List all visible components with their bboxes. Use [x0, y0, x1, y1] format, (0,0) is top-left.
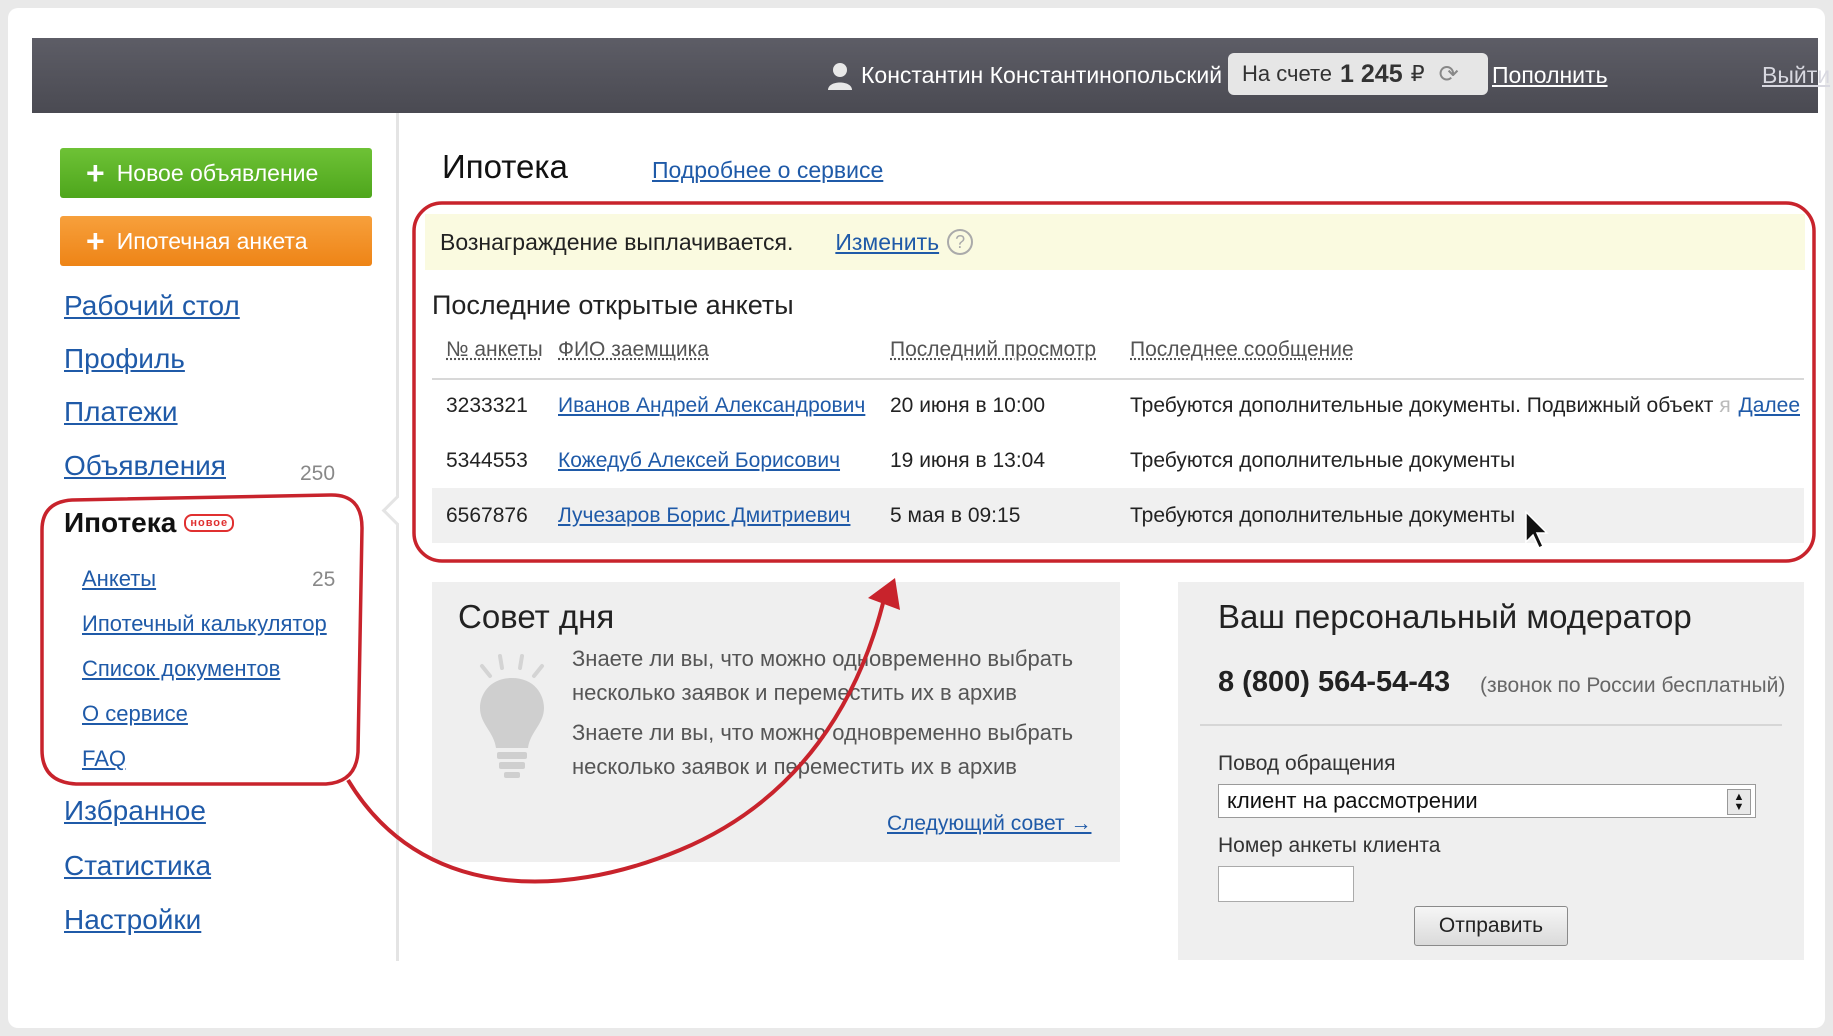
new-ad-label: Новое объявление [116, 159, 319, 186]
help-icon[interactable]: ? [947, 229, 974, 255]
sidebar-item-payments[interactable]: Платежи [64, 396, 178, 428]
reward-notice-text: Вознаграждение выплачивается. [440, 228, 794, 255]
balance-box: На счете 1 245 ₽ ⟳ [1228, 53, 1488, 95]
form-number-label: Номер анкеты клиента [1218, 834, 1441, 857]
user-info[interactable]: Константин Константинопольский [827, 38, 1222, 113]
sidebar-item-settings[interactable]: Настройки [64, 904, 201, 936]
last-viewed: 5 мая в 09:15 [890, 503, 1021, 527]
last-message-faded: я [1719, 393, 1731, 417]
subitem-forms[interactable]: Анкеты [82, 566, 156, 592]
sidebar-item-favorites[interactable]: Избранное [64, 795, 206, 827]
borrower-link[interactable]: Кожедуб Алексей Борисович [558, 433, 840, 488]
currency-sign: ₽ [1410, 61, 1425, 86]
forms-count: 25 [312, 568, 336, 591]
last-message-text: Требуются дополнительные документы. Подв… [1130, 393, 1714, 417]
reward-notice: Вознаграждение выплачивается. Изменить ? [425, 214, 1805, 270]
column-header-viewed[interactable]: Последний просмотр [890, 338, 1096, 362]
lightbulb-icon [480, 654, 544, 778]
subitem-calculator[interactable]: Ипотечный калькулятор [82, 611, 327, 637]
mortgage-form-label: Ипотечная анкета [116, 227, 308, 254]
plus-icon: + [86, 155, 105, 191]
table-row: 5344553 Кожедуб Алексей Борисович 19 июн… [432, 433, 1804, 488]
topup-link[interactable]: Пополнить [1492, 38, 1608, 113]
last-message: Требуются дополнительные документы [1130, 448, 1516, 472]
last-message: Требуются дополнительные документы. Подв… [1130, 378, 1731, 433]
plus-icon: + [86, 223, 105, 259]
borrower-link[interactable]: Иванов Андрей Александрович [558, 378, 865, 433]
balance-amount: 1 245 [1340, 59, 1403, 88]
top-bar: Константин Константинопольский На счете … [32, 38, 1830, 113]
moderator-phone-note: (звонок по России бесплатный) [1480, 674, 1786, 697]
refresh-icon[interactable]: ⟳ [1439, 60, 1459, 89]
sidebar-item-profile[interactable]: Профиль [64, 343, 185, 375]
sidebar-divider [396, 113, 399, 961]
subitem-faq[interactable]: FAQ [82, 746, 126, 772]
form-number-input[interactable] [1218, 866, 1354, 902]
borrower-link[interactable]: Лучезаров Борис Дмитриевич [558, 488, 850, 543]
column-header-message[interactable]: Последнее сообщение [1130, 338, 1354, 362]
more-link[interactable]: Далее [1738, 378, 1800, 433]
table-row: 3233321 Иванов Андрей Александрович 20 и… [432, 378, 1804, 433]
moderator-divider [1200, 724, 1782, 726]
user-name: Константин Константинопольский [861, 62, 1223, 88]
form-number: 3233321 [446, 393, 528, 417]
last-viewed: 20 июня в 10:00 [890, 393, 1046, 417]
subitem-documents[interactable]: Список документов [82, 656, 280, 682]
user-icon [828, 62, 852, 90]
column-header-name[interactable]: ФИО заемщика [558, 338, 709, 362]
reason-select-value: клиент на рассмотрении [1227, 788, 1478, 813]
form-number: 6567876 [446, 503, 528, 527]
new-ad-button[interactable]: + Новое объявление [60, 148, 372, 198]
moderator-panel: Ваш персональный модератор 8 (800) 564-5… [1178, 582, 1804, 960]
sidebar-item-mortgage[interactable]: Ипотека новое [64, 507, 235, 539]
balance-prefix: На счете [1242, 61, 1333, 86]
subitem-about[interactable]: О сервисе [82, 701, 188, 727]
submit-button[interactable]: Отправить [1414, 906, 1568, 946]
tip-text: Знаете ли вы, что можно одновременно выб… [572, 646, 1074, 705]
new-badge: новое [184, 514, 235, 532]
select-arrows-icon: ▲ ▼ [1727, 789, 1751, 815]
tip-text: Знаете ли вы, что можно одновременно выб… [572, 720, 1074, 779]
page-title: Ипотека [442, 148, 568, 185]
sidebar-item-mortgage-label: Ипотека [64, 507, 177, 538]
last-viewed: 19 июня в 13:04 [890, 448, 1046, 472]
last-message: Требуются дополнительные документы [1130, 503, 1516, 527]
change-link[interactable]: Изменить [835, 229, 939, 256]
next-tip-link[interactable]: Следующий совет → [887, 812, 1091, 836]
sidebar-item-statistics[interactable]: Статистика [64, 850, 211, 882]
form-number: 5344553 [446, 448, 528, 472]
tip-of-day-panel: Совет дня Знаете ли вы, что можно одновр… [432, 582, 1120, 862]
mortgage-form-button[interactable]: + Ипотечная анкета [60, 216, 372, 266]
table-row: 6567876 Лучезаров Борис Дмитриевич 5 мая… [432, 488, 1804, 543]
sidebar-item-ads[interactable]: Объявления [64, 450, 226, 482]
about-service-link[interactable]: Подробнее о сервисе [652, 157, 883, 184]
reason-label: Повод обращения [1218, 752, 1396, 775]
tip-title: Совет дня [458, 598, 615, 635]
reason-select[interactable]: клиент на рассмотрении ▲ ▼ [1218, 784, 1756, 818]
logout-link[interactable]: Выйти [1762, 38, 1830, 113]
moderator-title: Ваш персональный модератор [1218, 598, 1692, 635]
recent-forms-title: Последние открытые анкеты [432, 290, 794, 320]
sidebar-item-desktop[interactable]: Рабочий стол [64, 290, 240, 322]
moderator-phone: 8 (800) 564-54-43 [1218, 666, 1451, 698]
ads-count: 250 [300, 462, 336, 485]
column-header-number[interactable]: № анкеты [446, 338, 543, 362]
